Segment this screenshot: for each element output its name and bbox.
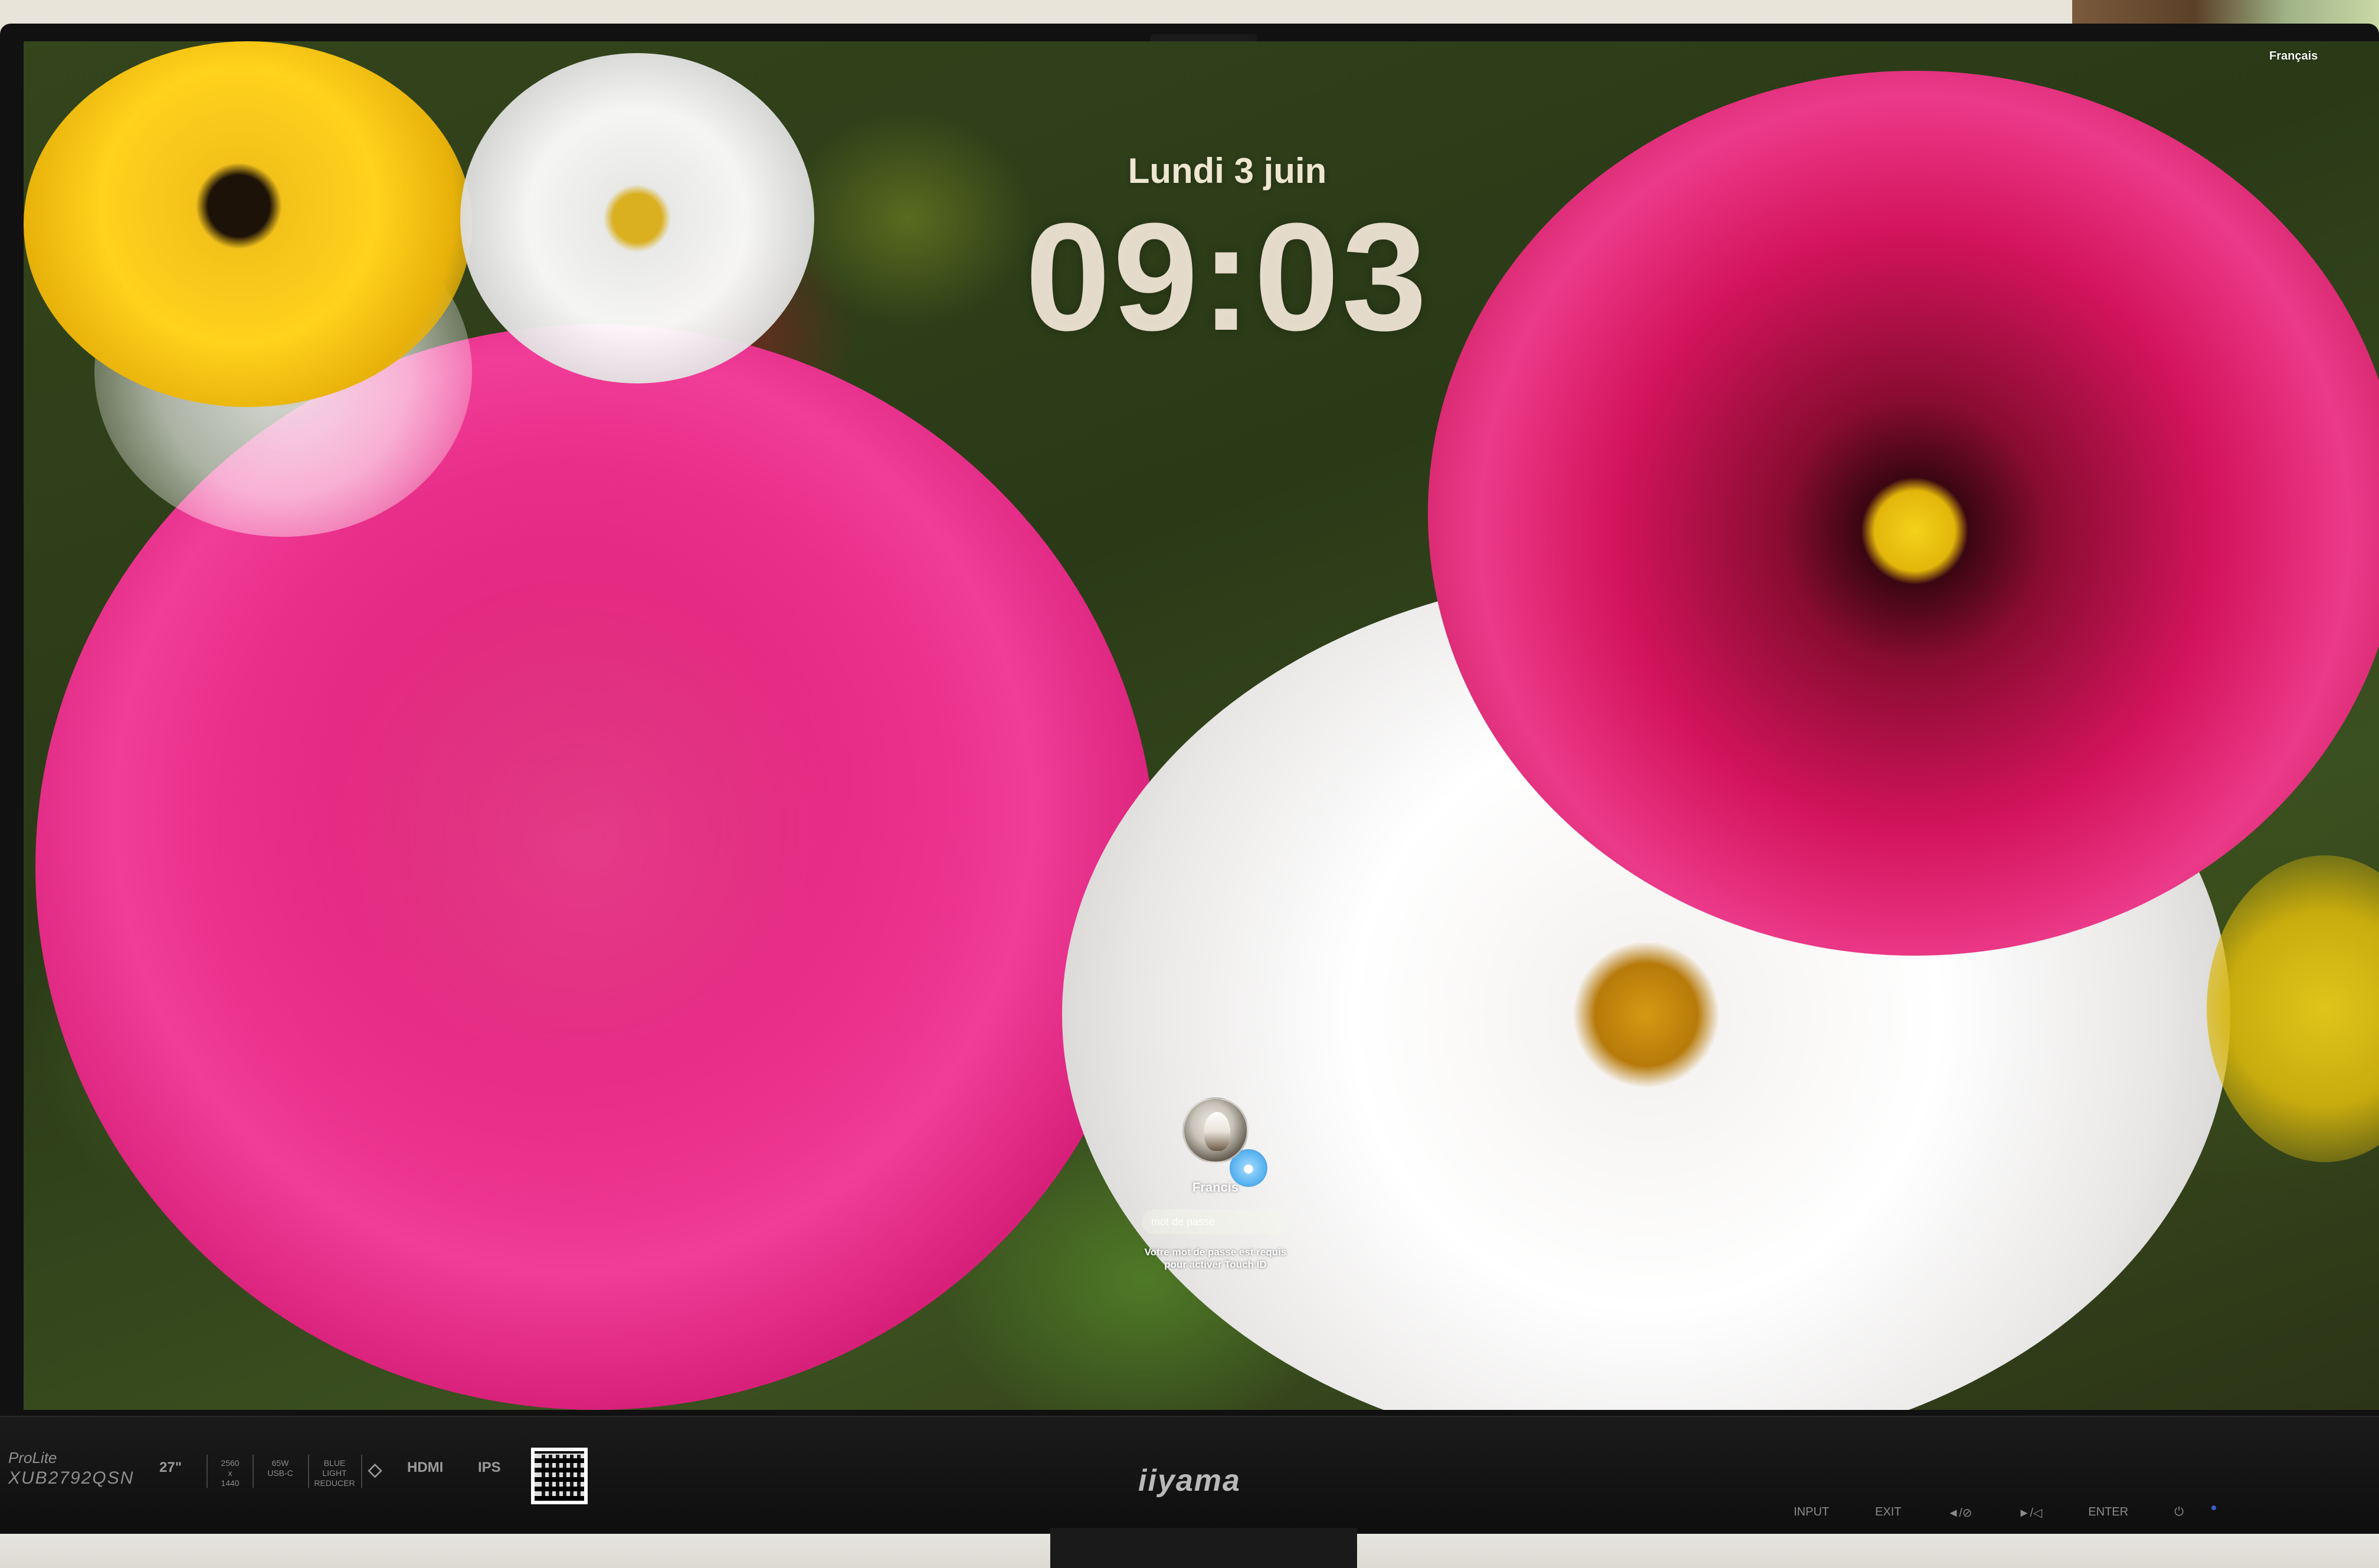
touch-id-hint: Votre mot de passe est requis pour activ…	[1086, 1246, 1345, 1271]
lock-screen-date: Lundi 3 juin	[1128, 151, 1327, 191]
touch-id-hint-line2: pour activer Touch ID	[1164, 1259, 1267, 1271]
touch-id-hint-line1: Votre mot de passe est requis	[1144, 1246, 1287, 1258]
lock-screen-clock: 09:03	[1025, 192, 1430, 363]
monitor-controls: INPUT EXIT ◄/⊘ ►/◁ ENTER ⏻	[1794, 1505, 2184, 1520]
exit-button[interactable]: EXIT	[1875, 1505, 1901, 1520]
user-avatar-icon[interactable]	[1182, 1097, 1249, 1163]
input-language-menu[interactable]: Français	[2269, 50, 2318, 63]
right-button[interactable]: ►/◁	[2018, 1505, 2043, 1520]
power-icon[interactable]: ⏻	[2174, 1505, 2184, 1520]
wallpaper-peony-highlight	[201, 454, 968, 1221]
monitor-stand	[1050, 1528, 1357, 1568]
enter-button[interactable]: ENTER	[2088, 1505, 2128, 1520]
power-led	[2211, 1505, 2216, 1510]
user-name: Francis	[1192, 1180, 1239, 1195]
password-input[interactable]	[1142, 1209, 1289, 1234]
avatar-photo	[1204, 1112, 1230, 1151]
left-button[interactable]: ◄/⊘	[1947, 1505, 1972, 1520]
login-panel: Francis Votre mot de passe est requis po…	[1086, 1097, 1345, 1271]
brand-logo: iiyama	[1138, 1464, 1241, 1498]
input-button[interactable]: INPUT	[1794, 1505, 1829, 1520]
